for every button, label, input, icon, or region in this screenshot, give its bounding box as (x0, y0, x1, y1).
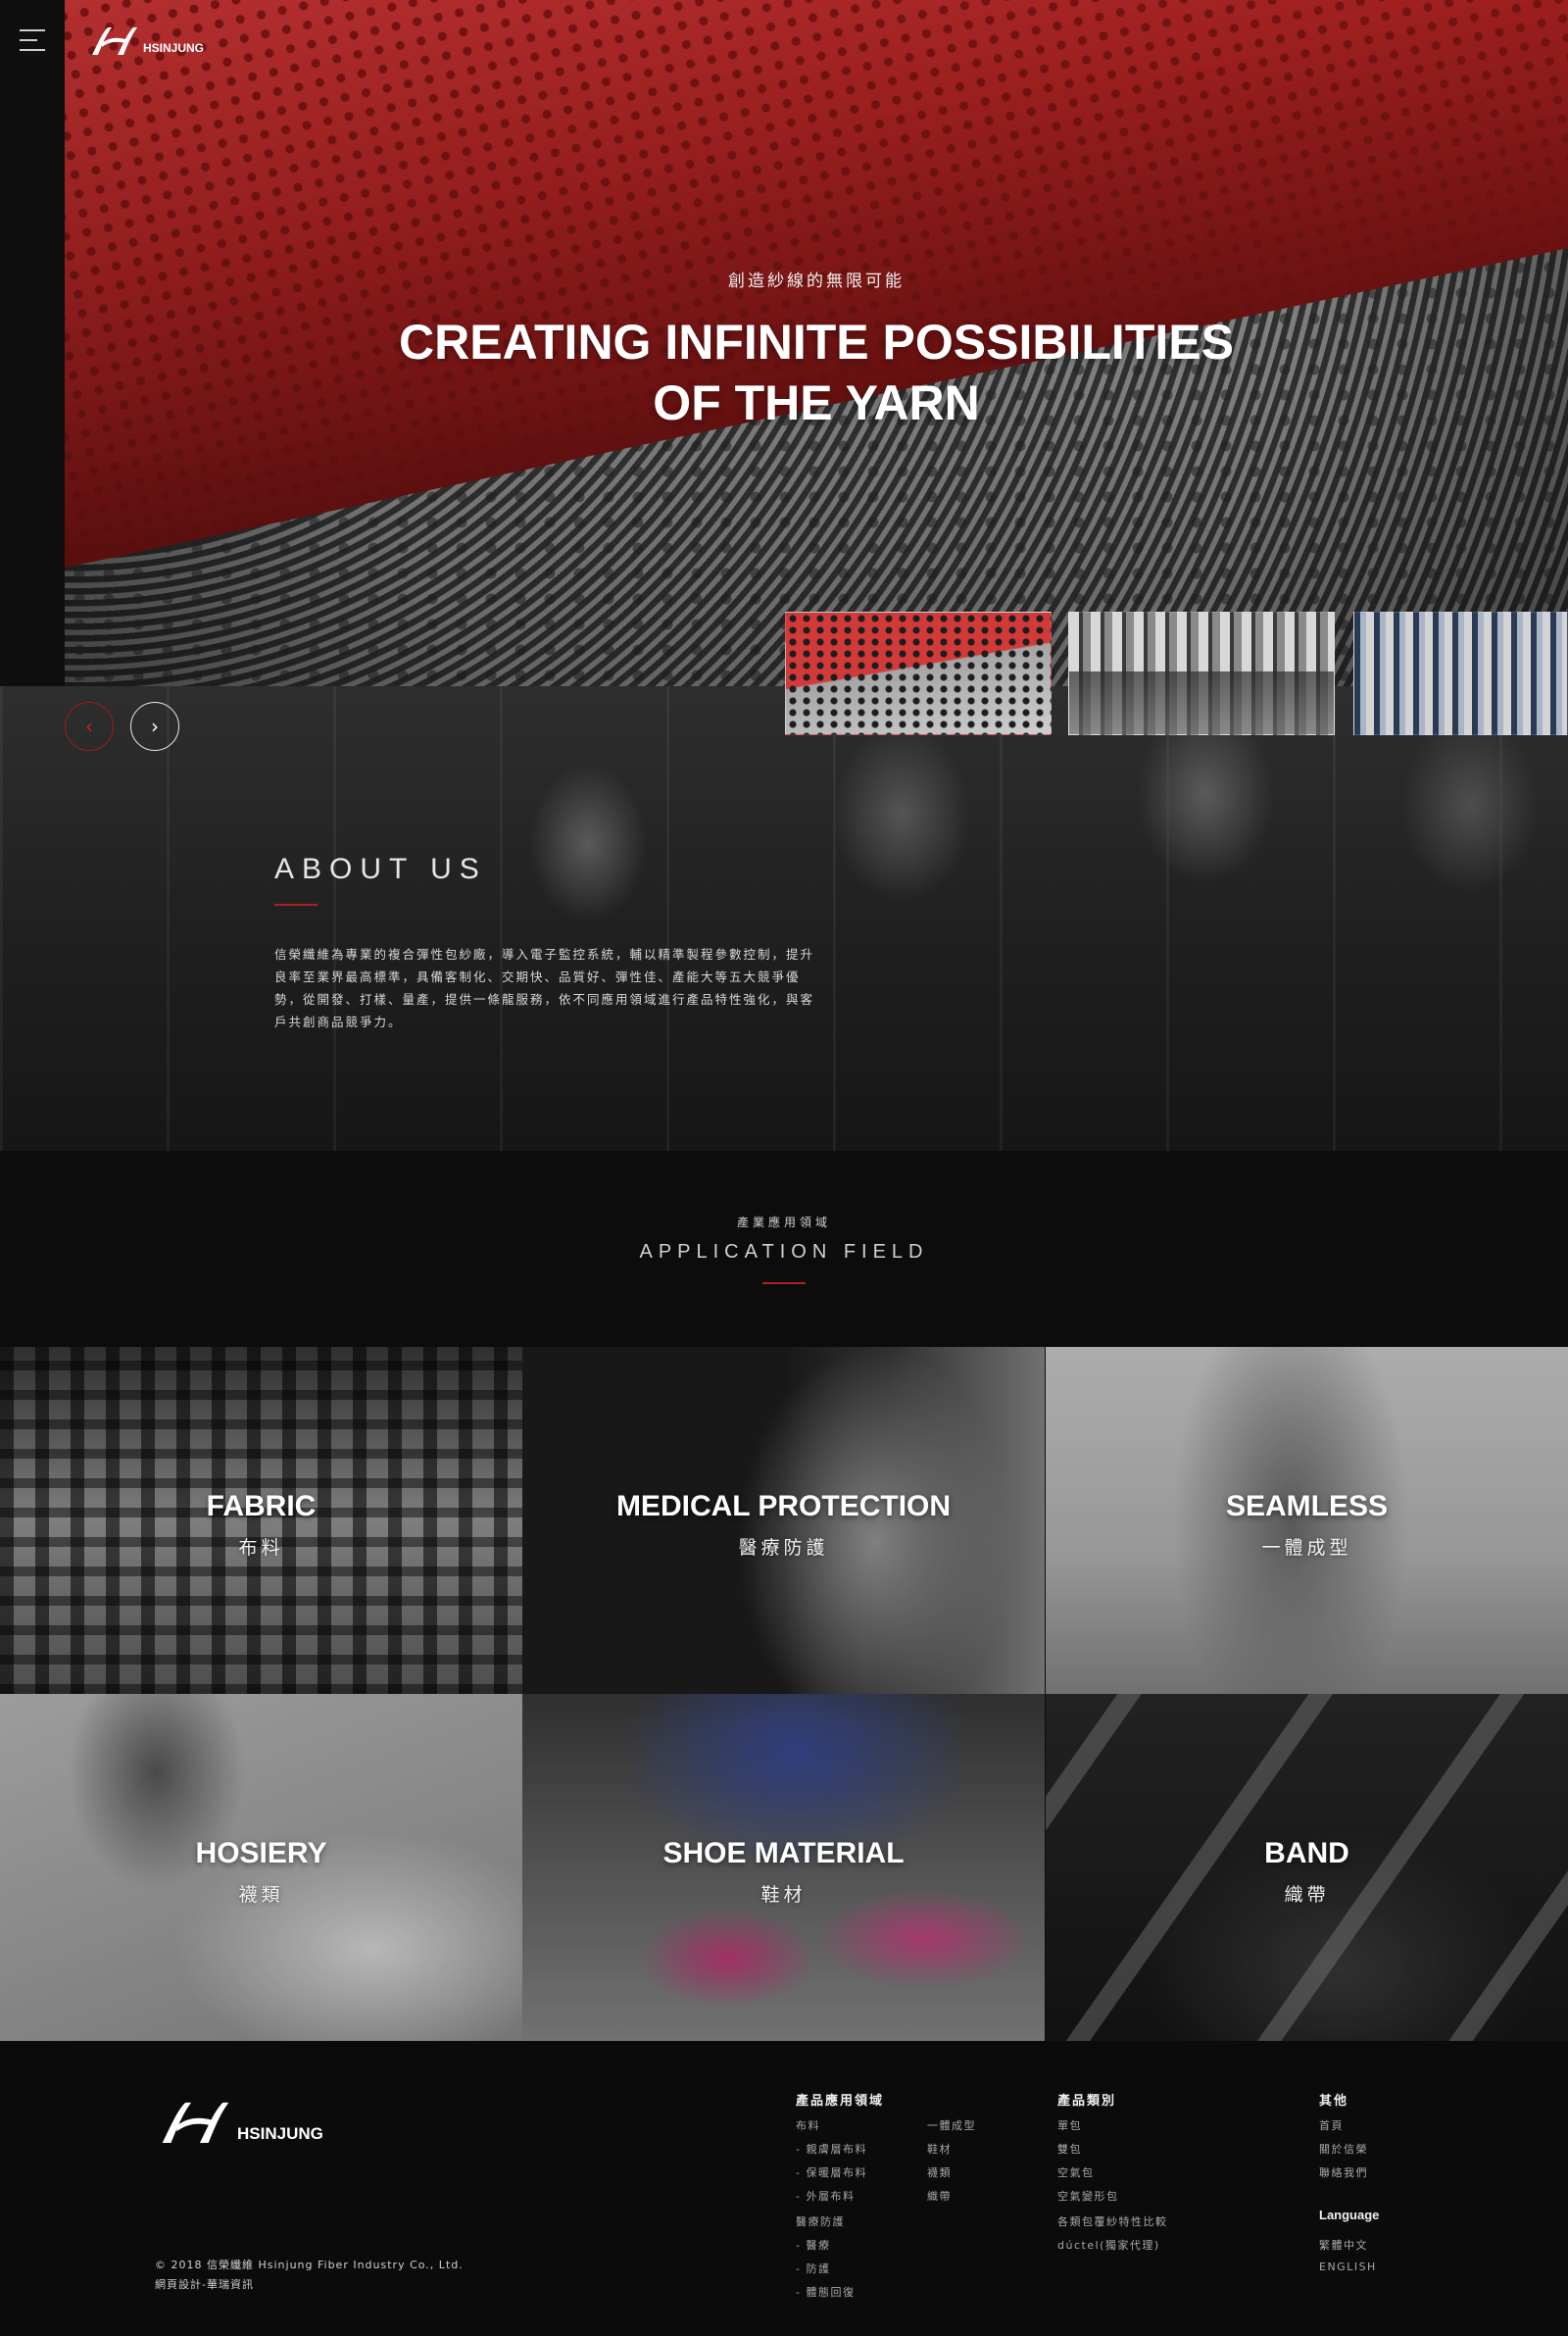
tile-title: FABRIC (206, 1490, 317, 1522)
slider-next-button[interactable]: › (130, 702, 179, 751)
logo-text: HSINJUNG (237, 2124, 323, 2143)
application-subtitle: 產業應用領域 (736, 1216, 831, 1229)
tile-seamless[interactable]: SEAMLESS 一體成型 (1046, 1347, 1568, 1694)
about-text: 信榮纖維為專業的複合彈性包紗廠，導入電子監控系統，輔以精準製程參數控制，提升良率… (274, 947, 815, 1029)
footer-link[interactable]: - 親膚層布料 (796, 2141, 867, 2157)
side-rail (0, 0, 65, 686)
hamburger-menu-icon[interactable] (20, 29, 45, 51)
tile-medical-protection[interactable]: MEDICAL PROTECTION 醫療防護 (522, 1347, 1045, 1694)
footer-link[interactable]: 布料 (796, 2117, 820, 2133)
footer-link[interactable]: - 保暖層布料 (796, 2164, 867, 2180)
about-accent-line (274, 904, 318, 906)
footer-language-title: Language (1319, 2208, 1380, 2222)
header-logo[interactable]: HSINJUNG (88, 24, 204, 57)
application-field-header: 產業應用領域 APPLICATION FIELD (0, 1151, 1568, 1347)
slider-thumb-3[interactable] (1353, 612, 1568, 735)
slider-prev-button[interactable]: ‹ (65, 702, 114, 751)
footer-logo[interactable]: HSINJUNG (155, 2097, 323, 2146)
tile-title: SEAMLESS (1225, 1490, 1389, 1522)
application-accent-line (762, 1282, 806, 1284)
footer-link[interactable]: 首頁 (1319, 2117, 1344, 2133)
footer: HSINJUNG © 2018 信榮纖維 Hsinjung Fiber Indu… (0, 2041, 1568, 2336)
footer-link[interactable]: 醫療防護 (796, 2213, 845, 2229)
footer-link[interactable]: 各類包覆紗特性比較 (1057, 2213, 1168, 2229)
tile-band[interactable]: BAND 織帶 (1046, 1694, 1568, 2041)
footer-col-title-products: 產品類別 (1057, 2094, 1117, 2109)
chevron-left-icon: ‹ (85, 715, 93, 738)
footer-link[interactable]: - 體態回復 (796, 2284, 855, 2300)
tile-hosiery[interactable]: HOSIERY 襪類 (0, 1694, 522, 2041)
hero-slider: HSINJUNG 創造紗線的無限可能 CREATING INFINITE POS… (65, 0, 1568, 686)
tile-title: MEDICAL PROTECTION (615, 1490, 952, 1522)
slider-thumb-1[interactable] (785, 612, 1052, 735)
footer-col-title-other: 其他 (1319, 2094, 1349, 2109)
footer-link[interactable]: 空氣包 (1057, 2164, 1095, 2180)
hero-title-line2: OF THE YARN (653, 375, 980, 430)
tile-subtitle: 一體成型 (1261, 1537, 1352, 1559)
footer-copyright: © 2018 信榮纖維 Hsinjung Fiber Industry Co.,… (155, 2259, 464, 2271)
footer-col-title-applications: 產品應用領域 (796, 2094, 885, 2109)
footer-link[interactable]: 鞋材 (927, 2141, 952, 2157)
footer-link[interactable]: 聯絡我們 (1319, 2164, 1368, 2180)
tile-fabric[interactable]: FABRIC 布料 (0, 1347, 522, 1694)
tile-title: SHOE MATERIAL (662, 1837, 905, 1869)
footer-link[interactable]: 關於信榮 (1319, 2141, 1368, 2157)
footer-credit[interactable]: 網頁設計-華瑞資訊 (155, 2276, 254, 2292)
footer-link[interactable]: - 防護 (796, 2261, 830, 2276)
footer-link[interactable]: - 外層布料 (796, 2188, 855, 2204)
tile-shoe-material[interactable]: SHOE MATERIAL 鞋材 (522, 1694, 1045, 2041)
tile-subtitle: 布料 (238, 1537, 284, 1559)
hero-subtitle: 創造紗線的無限可能 (728, 272, 905, 291)
footer-link[interactable]: 襪類 (927, 2164, 952, 2180)
language-option[interactable]: ENGLISH (1319, 2261, 1377, 2273)
footer-link[interactable]: 空氣變形包 (1057, 2188, 1119, 2204)
footer-link[interactable]: 單包 (1057, 2117, 1082, 2133)
about-title: ABOUT US (274, 853, 487, 885)
hero-title-line1: CREATING INFINITE POSSIBILITIES (399, 315, 1234, 370)
footer-link[interactable]: - 醫療 (796, 2237, 830, 2253)
application-title: APPLICATION FIELD (639, 1241, 929, 1263)
footer-link[interactable]: 一體成型 (927, 2117, 976, 2133)
tile-subtitle: 織帶 (1284, 1884, 1330, 1906)
tile-title: BAND (1264, 1837, 1349, 1869)
hero-title: CREATING INFINITE POSSIBILITIES OF THE Y… (65, 312, 1568, 433)
about-section: ABOUT US 信榮纖維為專業的複合彈性包紗廠，導入電子監控系統，輔以精準製程… (0, 686, 1568, 1151)
tile-subtitle: 醫療防護 (738, 1537, 829, 1559)
footer-link[interactable]: 織帶 (927, 2188, 952, 2204)
slider-thumb-2[interactable] (1068, 612, 1335, 735)
language-option[interactable]: 繁體中文 (1319, 2237, 1368, 2253)
logo-mark-icon (92, 27, 137, 55)
footer-link[interactable]: dúctel(獨家代理) (1057, 2237, 1160, 2253)
logo-mark-icon (162, 2102, 229, 2144)
footer-link[interactable]: 雙包 (1057, 2141, 1082, 2157)
tile-subtitle: 鞋材 (760, 1884, 807, 1906)
logo-text: HSINJUNG (143, 41, 205, 55)
tile-subtitle: 襪類 (238, 1884, 284, 1906)
tile-title: HOSIERY (195, 1837, 327, 1869)
chevron-right-icon: › (151, 715, 159, 738)
